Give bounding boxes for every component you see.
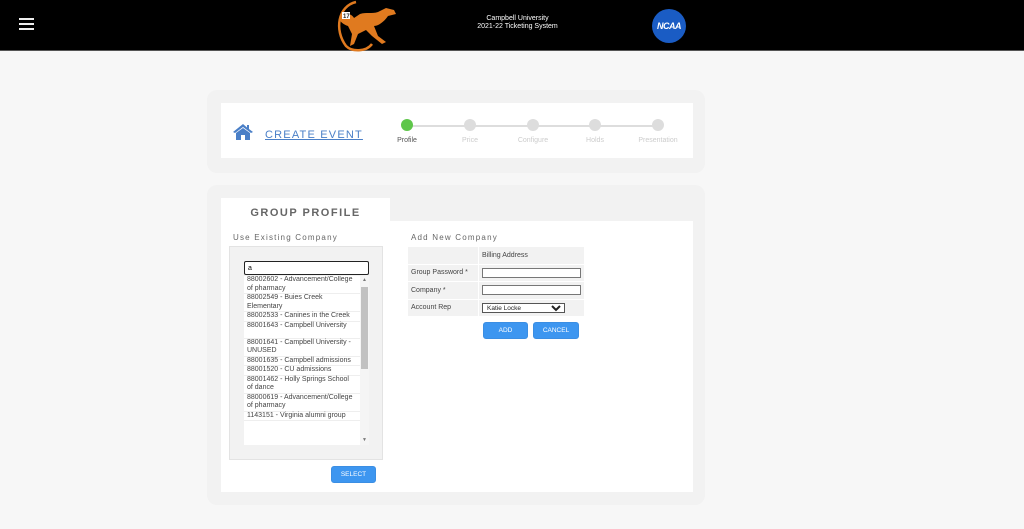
step-configure[interactable]: Configure (508, 119, 558, 144)
step-dot (652, 119, 664, 131)
group-password-label: Group Password * (407, 263, 479, 282)
company-cell (478, 281, 585, 300)
list-item[interactable]: 88001643 - Campbell University (244, 322, 369, 339)
step-label: Presentation (638, 137, 678, 144)
hamburger-menu-icon[interactable] (19, 18, 34, 30)
list-item[interactable]: 1143151 - Virginia alumni group (244, 412, 369, 421)
account-rep-select[interactable]: Katie Locke (482, 302, 565, 313)
list-item[interactable]: 88002549 - Buies Creek Elementary (244, 294, 369, 312)
scroll-down-arrow-icon[interactable]: ▼ (361, 437, 368, 443)
step-dot (589, 119, 601, 131)
step-dot (527, 119, 539, 131)
list-item[interactable]: 88001462 - Holly Springs School of dance (244, 376, 369, 394)
company-label: Company * (407, 281, 479, 300)
home-icon[interactable] (232, 123, 254, 141)
select-button[interactable]: SELECT (331, 466, 376, 483)
site-title-line2: 2021-22 Ticketing System (477, 23, 558, 30)
group-password-input[interactable] (482, 267, 581, 278)
step-dot (401, 119, 413, 131)
list-scrollbar[interactable]: ▲ ▼ (360, 276, 369, 445)
add-new-company-label: Add New Company (411, 233, 498, 242)
group-password-cell (478, 263, 585, 282)
tab-group-profile[interactable]: GROUP PROFILE (221, 198, 390, 222)
company-input[interactable] (482, 285, 581, 296)
progress-stepper: Profile Price Configure Holds Presentati… (390, 119, 690, 151)
campbell-camel-logo: 17 (337, 0, 396, 52)
account-rep-label: Account Rep (407, 298, 479, 317)
step-profile[interactable]: Profile (382, 119, 432, 144)
svg-text:17: 17 (343, 14, 350, 20)
step-label: Configure (517, 137, 549, 144)
step-label: Profile (397, 137, 417, 144)
scrollbar-thumb[interactable] (361, 287, 368, 369)
add-button[interactable]: ADD (483, 322, 528, 339)
step-holds[interactable]: Holds (570, 119, 620, 144)
list-item[interactable]: 88001635 - Campbell admissions (244, 357, 369, 366)
scroll-up-arrow-icon[interactable]: ▲ (361, 277, 368, 283)
ncaa-logo: NCAA (652, 9, 686, 43)
step-label: Price (462, 137, 478, 144)
top-navbar: 17 Campbell University 2021-22 Ticketing… (0, 0, 1024, 52)
new-company-form: Billing Address Group Password * Company… (407, 246, 585, 317)
step-price[interactable]: Price (445, 119, 495, 144)
list-item[interactable]: 88002533 - Canines in the Creek (244, 312, 369, 322)
use-existing-company-label: Use Existing Company (233, 233, 338, 242)
company-listbox[interactable]: 88002602 - Advancement/College of pharma… (244, 276, 369, 445)
list-item[interactable]: 88001520 - CU admissions (244, 366, 369, 376)
list-item[interactable]: 88002602 - Advancement/College of pharma… (244, 276, 369, 294)
create-event-link[interactable]: CREATE EVENT (265, 129, 363, 141)
step-dot (464, 119, 476, 131)
step-presentation[interactable]: Presentation (633, 119, 683, 144)
form-header-blank (407, 246, 479, 265)
site-title-line1: Campbell University (486, 15, 549, 22)
company-search-input[interactable] (244, 261, 369, 275)
billing-address-header: Billing Address (478, 246, 585, 265)
account-rep-cell: Katie Locke (478, 298, 585, 317)
list-item[interactable]: 88000619 - Advancement/College of pharma… (244, 394, 369, 412)
step-label: Holds (586, 137, 604, 144)
list-item[interactable]: 88001641 - Campbell University - UNUSED (244, 339, 369, 357)
cancel-button[interactable]: CANCEL (533, 322, 579, 339)
site-title: Campbell University 2021-22 Ticketing Sy… (470, 15, 565, 31)
